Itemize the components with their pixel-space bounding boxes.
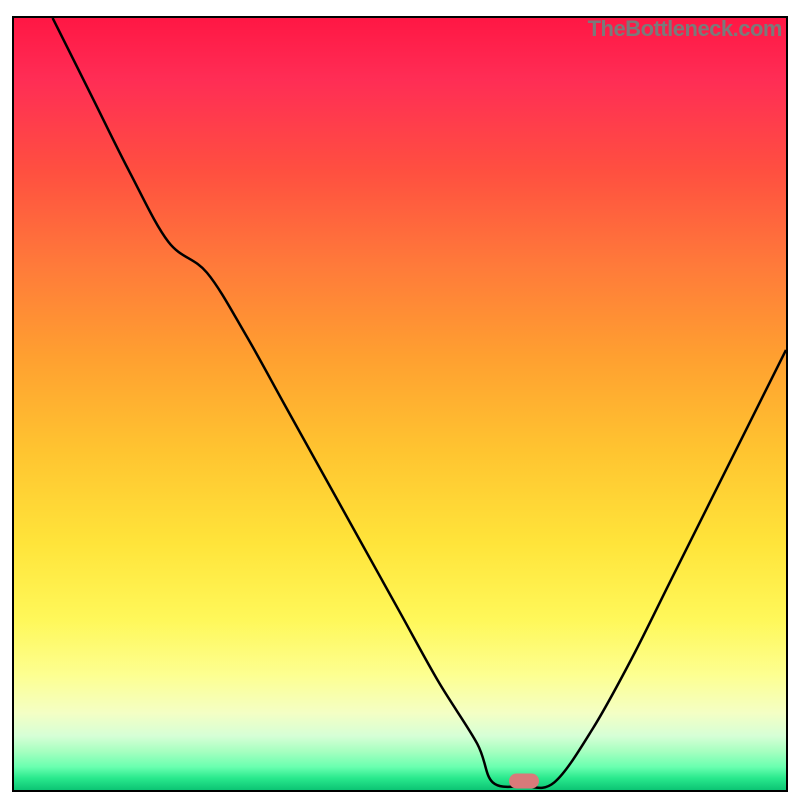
watermark-text: TheBottleneck.com (588, 16, 782, 42)
curve-line (53, 18, 786, 788)
bottleneck-curve (14, 18, 786, 790)
chart-frame: TheBottleneck.com (12, 16, 788, 792)
optimal-point-marker (509, 773, 539, 788)
